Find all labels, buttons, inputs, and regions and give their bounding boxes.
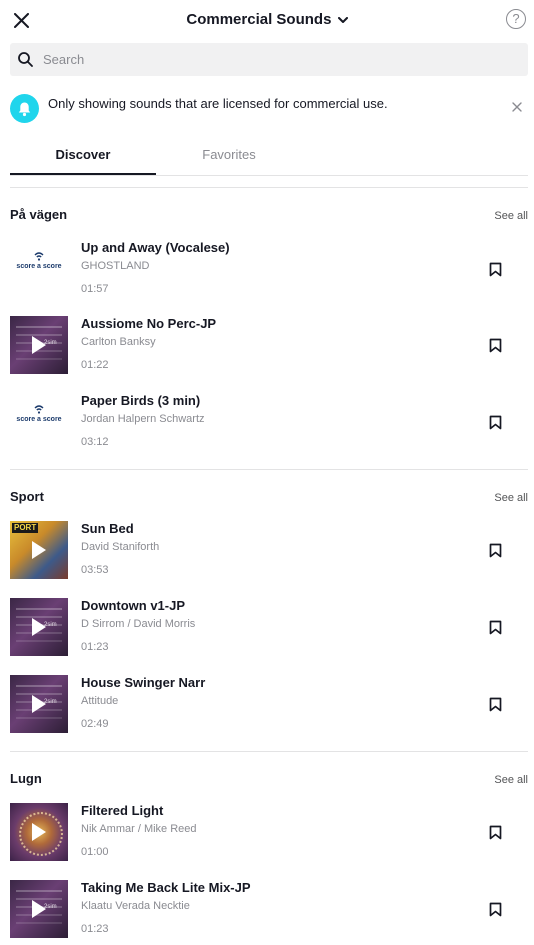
notice-close-button[interactable] [512,99,522,117]
play-icon [32,823,46,841]
bookmark-button[interactable] [489,620,502,640]
search-input[interactable] [43,52,483,67]
track-duration: 02:49 [81,718,109,730]
bookmark-icon [489,620,502,635]
header: Commercial Sounds ? [0,0,534,40]
track-thumbnail: score a score [10,240,68,298]
section-title-lugn: Lugn [10,771,42,786]
track-duration: 01:57 [81,283,109,295]
track-thumbnail: 2sim [10,598,68,656]
track-artist: Jordan Halpern Schwartz [81,413,205,425]
track-thumbnail: score a score [10,393,68,451]
bookmark-button[interactable] [489,543,502,563]
section-title-sport: Sport [10,489,44,504]
track-artist: Attitude [81,695,119,707]
bookmark-icon [489,262,502,277]
track-artist: Carlton Banksy [81,336,156,348]
track-artist: D Sirrom / David Morris [81,618,196,630]
track-item[interactable]: score a score Up and Away (Vocalese) GHO… [10,240,528,300]
bookmark-button[interactable] [489,262,502,282]
bookmark-button[interactable] [489,902,502,922]
track-thumbnail: PORT [10,521,68,579]
track-item[interactable]: Filtered Light Nik Ammar / Mike Reed 01:… [10,803,528,863]
track-thumbnail: 2sim [10,880,68,938]
notice-text: Only showing sounds that are licensed fo… [48,96,388,111]
bookmark-icon [489,415,502,430]
track-duration: 01:22 [81,359,109,371]
bookmark-icon [489,902,502,917]
track-title: Filtered Light [81,803,164,818]
track-artist: Klaatu Verada Necktie [81,900,190,912]
track-duration: 03:53 [81,564,109,576]
see-all-link[interactable]: See all [494,774,528,786]
track-item[interactable]: PORT Sun Bed David Staniforth 03:53 [10,521,528,581]
bookmark-button[interactable] [489,415,502,435]
divider [10,469,528,470]
track-artist: Nik Ammar / Mike Reed [81,823,197,835]
page-title: Commercial Sounds [186,11,332,29]
track-title: Downtown v1-JP [81,598,186,613]
track-duration: 01:23 [81,641,109,653]
score-logo: score a score [10,250,68,270]
track-duration: 01:00 [81,846,109,858]
track-item[interactable]: 2sim Aussiome No Perc-JP Carlton Banksy … [10,316,528,376]
bookmark-button[interactable] [489,338,502,358]
track-thumbnail: 2sim [10,316,68,374]
chevron-down-icon [337,16,348,23]
help-icon[interactable]: ? [506,9,526,29]
bookmark-button[interactable] [489,825,502,845]
bell-icon [10,94,39,123]
track-thumbnail [10,803,68,861]
see-all-link[interactable]: See all [494,492,528,504]
track-artist: David Staniforth [81,541,160,553]
track-artist: GHOSTLAND [81,260,150,272]
license-notice: Only showing sounds that are licensed fo… [10,94,528,126]
signal-icon [34,252,44,261]
bookmark-icon [489,338,502,353]
track-item[interactable]: 2sim House Swinger Narr Attitude 02:49 [10,675,528,735]
divider [10,187,528,188]
divider [10,751,528,752]
tab-favorites[interactable]: Favorites [156,138,302,175]
bookmark-icon [489,543,502,558]
track-title: Sun Bed [81,521,134,536]
score-logo: score a score [10,403,68,423]
track-title: Paper Birds (3 min) [81,393,201,408]
search-bar[interactable] [10,43,528,76]
track-title: Up and Away (Vocalese) [81,240,230,255]
track-item[interactable]: score a score Paper Birds (3 min) Jordan… [10,393,528,453]
bookmark-icon [489,825,502,840]
track-item[interactable]: 2sim Taking Me Back Lite Mix-JP Klaatu V… [10,880,528,940]
section-title-pa-vagen: På vägen [10,207,68,222]
bookmark-icon [489,697,502,712]
track-title: Aussiome No Perc-JP [81,316,217,331]
tab-bar: Discover Favorites [10,138,528,176]
track-duration: 01:23 [81,923,109,935]
bookmark-button[interactable] [489,697,502,717]
signal-icon [34,405,44,414]
track-duration: 03:12 [81,436,109,448]
track-item[interactable]: 2sim Downtown v1-JP D Sirrom / David Mor… [10,598,528,658]
close-icon [512,102,522,112]
page-title-dropdown[interactable]: Commercial Sounds [0,9,534,31]
play-icon [32,541,46,559]
track-thumbnail: 2sim [10,675,68,733]
track-title: House Swinger Narr [81,675,206,690]
tab-discover[interactable]: Discover [10,138,156,175]
search-icon [18,52,33,67]
see-all-link[interactable]: See all [494,210,528,222]
track-title: Taking Me Back Lite Mix-JP [81,880,251,895]
